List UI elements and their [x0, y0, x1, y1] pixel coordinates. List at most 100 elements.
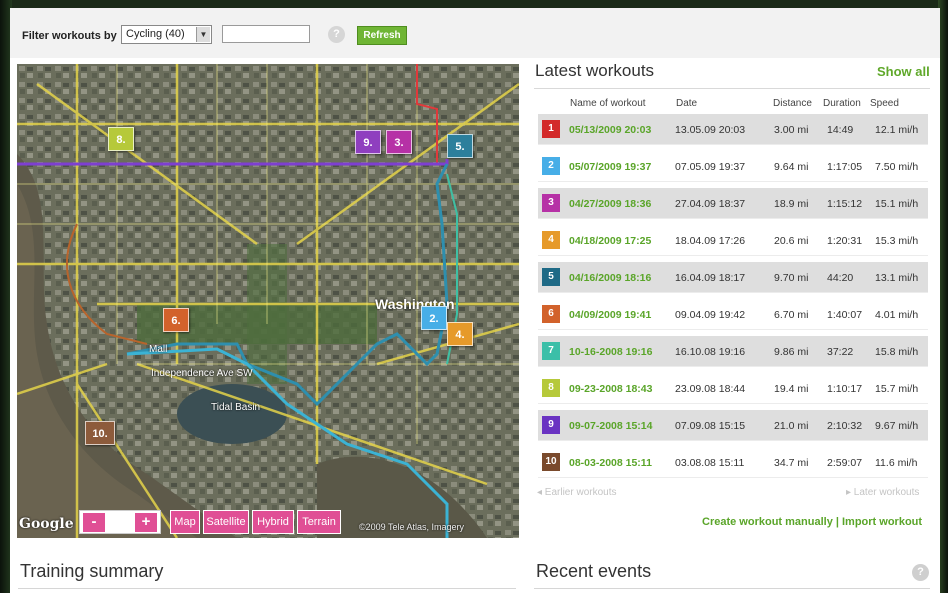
workout-marker-10[interactable]: 10. — [85, 421, 115, 445]
earlier-workouts-link[interactable]: ◂ Earlier workouts — [537, 487, 617, 498]
map-type-terrain-button[interactable]: Terrain — [297, 510, 341, 534]
zoom-control: - + — [79, 510, 161, 534]
workout-row[interactable]: 4 04/18/2009 17:25 18.04.09 17:26 20.6 mi 1:… — [538, 225, 928, 256]
activity-type-select[interactable]: Cycling (40) ▼ — [121, 25, 212, 44]
workout-number-badge: 1 — [542, 120, 560, 138]
divider — [534, 88, 930, 89]
dropdown-arrow-icon[interactable]: ▼ — [196, 27, 210, 42]
workout-map[interactable]: Washington Tidal Basin Independence Ave … — [17, 64, 519, 538]
create-import-workout-links[interactable]: Create workout manually | Import workout — [702, 516, 922, 528]
workout-name-link[interactable]: 04/27/2009 18:36 — [569, 198, 651, 210]
workout-marker-4[interactable]: 4. — [447, 322, 473, 346]
map-type-map-button[interactable]: Map — [170, 510, 200, 534]
workout-row[interactable]: 3 04/27/2009 18:36 27.04.09 18:37 18.9 mi 1:… — [538, 188, 928, 219]
workout-distance: 19.4 mi — [774, 383, 809, 395]
workout-row[interactable]: 1 05/13/2009 20:03 13.05.09 20:03 3.00 mi 14… — [538, 114, 928, 145]
workout-marker-5[interactable]: 5. — [447, 134, 473, 158]
workout-duration: 1:40:07 — [827, 309, 863, 321]
google-logo: Google — [19, 516, 74, 532]
workout-row[interactable]: 7 10-16-2008 19:16 16.10.08 19:16 9.86 mi 37… — [538, 336, 928, 367]
workout-number-badge: 8 — [542, 379, 560, 397]
workout-speed: 15.3 mi/h — [875, 235, 919, 247]
workout-distance: 18.9 mi — [774, 198, 809, 210]
map-label-tidal-basin: Tidal Basin — [211, 402, 261, 413]
workout-distance: 9.70 mi — [774, 272, 809, 284]
workout-name-link[interactable]: 05/13/2009 20:03 — [569, 124, 651, 136]
column-header-duration[interactable]: Duration — [823, 98, 861, 109]
workout-row[interactable]: 2 05/07/2009 19:37 07.05.09 19:37 9.64 mi 1:… — [538, 151, 928, 182]
zoom-out-button[interactable]: - — [83, 513, 105, 532]
workout-name-link[interactable]: 09-07-2008 15:14 — [569, 420, 652, 432]
workout-date: 07.09.08 15:15 — [675, 420, 746, 432]
workout-name-link[interactable]: 05/07/2009 19:37 — [569, 161, 651, 173]
workout-number-badge: 10 — [542, 453, 560, 471]
filter-text-input[interactable] — [222, 25, 310, 43]
workout-speed: 7.50 mi/h — [875, 161, 919, 173]
workout-duration: 1:15:12 — [827, 198, 863, 210]
workout-row[interactable]: 5 04/16/2009 18:16 16.04.09 18:17 9.70 mi 44… — [538, 262, 928, 293]
workout-speed: 15.1 mi/h — [875, 198, 919, 210]
workout-date: 27.04.09 18:37 — [675, 198, 746, 210]
workout-duration: 37:22 — [827, 346, 854, 358]
workout-marker-6[interactable]: 6. — [163, 308, 189, 332]
workout-name-link[interactable]: 04/09/2009 19:41 — [569, 309, 651, 321]
workout-date: 13.05.09 20:03 — [675, 124, 746, 136]
workout-row[interactable]: 8 09-23-2008 18:43 23.09.08 18:44 19.4 mi 1:… — [538, 373, 928, 404]
workout-number-badge: 6 — [542, 305, 560, 323]
workout-distance: 9.64 mi — [774, 161, 809, 173]
workout-number-badge: 7 — [542, 342, 560, 360]
workout-row[interactable]: 10 08-03-2008 15:11 03.08.08 15:11 34.7 mi 2… — [538, 447, 928, 478]
workout-speed: 9.67 mi/h — [875, 420, 919, 432]
workout-speed: 4.01 mi/h — [875, 309, 919, 321]
map-type-hybrid-button[interactable]: Hybrid — [252, 510, 294, 534]
workout-duration: 1:17:05 — [827, 161, 863, 173]
divider — [18, 588, 516, 589]
workout-speed: 15.8 mi/h — [875, 346, 919, 358]
divider — [534, 588, 930, 589]
workout-distance: 9.86 mi — [774, 346, 809, 358]
workout-name-link[interactable]: 04/16/2009 18:16 — [569, 272, 651, 284]
filter-label: Filter workouts by — [22, 30, 117, 42]
workout-duration: 2:10:32 — [827, 420, 863, 432]
workout-distance: 21.0 mi — [774, 420, 809, 432]
workout-row[interactable]: 9 09-07-2008 15:14 07.09.08 15:15 21.0 mi 2:… — [538, 410, 928, 441]
column-header-name[interactable]: Name of workout — [570, 98, 646, 109]
help-icon[interactable]: ? — [328, 26, 345, 43]
workout-date: 07.05.09 19:37 — [675, 161, 746, 173]
workout-name-link[interactable]: 09-23-2008 18:43 — [569, 383, 652, 395]
workout-number-badge: 3 — [542, 194, 560, 212]
workout-duration: 14:49 — [827, 124, 854, 136]
later-workouts-link[interactable]: ▸ Later workouts — [846, 487, 919, 498]
workout-name-link[interactable]: 04/18/2009 17:25 — [569, 235, 651, 247]
column-header-speed[interactable]: Speed — [870, 98, 899, 109]
workout-name-link[interactable]: 10-16-2008 19:16 — [569, 346, 652, 358]
filter-bar: Filter workouts by Cycling (40) ▼ ? Refr… — [10, 8, 940, 58]
map-label-independence: Independence Ave SW — [151, 368, 253, 379]
workout-number-badge: 2 — [542, 157, 560, 175]
workout-row[interactable]: 6 04/09/2009 19:41 09.04.09 19:42 6.70 mi 1:… — [538, 299, 928, 330]
show-all-link[interactable]: Show all — [877, 64, 930, 79]
refresh-button[interactable]: Refresh — [357, 26, 407, 45]
workout-name-link[interactable]: 08-03-2008 15:11 — [569, 457, 652, 469]
workout-duration: 44:20 — [827, 272, 854, 284]
workout-date: 18.04.09 17:26 — [675, 235, 746, 247]
zoom-in-button[interactable]: + — [135, 513, 157, 532]
help-icon[interactable]: ? — [912, 564, 929, 581]
map-copyright: ©2009 Tele Atlas, Imagery — [359, 522, 465, 532]
workout-marker-3[interactable]: 3. — [386, 130, 412, 154]
workout-date: 16.10.08 19:16 — [675, 346, 746, 358]
map-type-satellite-button[interactable]: Satellite — [203, 510, 249, 534]
workout-speed: 15.7 mi/h — [875, 383, 919, 395]
map-label-mall: Mall — [149, 344, 168, 355]
workout-marker-9[interactable]: 9. — [355, 130, 381, 154]
workout-date: 23.09.08 18:44 — [675, 383, 746, 395]
recent-events-title: Recent events — [536, 561, 652, 581]
workout-marker-2[interactable]: 2. — [421, 306, 447, 330]
column-header-date[interactable]: Date — [676, 98, 697, 109]
workout-date: 03.08.08 15:11 — [675, 457, 745, 469]
latest-workouts-title: Latest workouts — [535, 61, 655, 80]
column-header-distance[interactable]: Distance — [773, 98, 812, 109]
workout-duration: 1:20:31 — [827, 235, 863, 247]
workout-date: 16.04.09 18:17 — [675, 272, 746, 284]
workout-marker-8[interactable]: 8. — [108, 127, 134, 151]
